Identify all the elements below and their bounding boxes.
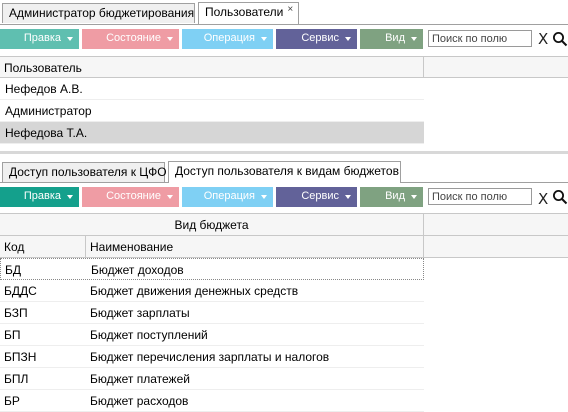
table-row[interactable]: БП Бюджет поступлений [0, 324, 424, 346]
group-header-label: Вид бюджета [174, 218, 249, 232]
budget-name: Бюджет платежей [90, 372, 190, 386]
tab-budget-administrator[interactable]: Администратор бюджетирования [2, 3, 195, 23]
service-menu-button[interactable]: Сервис [276, 29, 357, 49]
table-row[interactable]: БПЗН Бюджет перечисления зарплаты и нало… [0, 346, 424, 368]
budget-name: Бюджет расходов [90, 394, 189, 408]
table-row[interactable]: БД Бюджет доходов [0, 258, 424, 280]
column-header-user[interactable]: Пользователь [0, 57, 424, 77]
chevron-down-icon [67, 195, 73, 199]
view-menu-button[interactable]: Вид [360, 29, 423, 49]
operation-menu-button[interactable]: Операция [182, 29, 273, 49]
edit-menu-label: Правка [23, 32, 61, 44]
view-menu-label: Вид [385, 190, 405, 202]
table-row[interactable]: БЗП Бюджет зарплаты [0, 302, 424, 324]
operation-menu-label: Операция [203, 190, 255, 202]
operation-menu-label: Операция [203, 32, 255, 44]
service-menu-label: Сервис [301, 190, 339, 202]
budget-code: БПЛ [4, 372, 29, 386]
edit-menu-button[interactable]: Правка [0, 187, 79, 207]
close-icon[interactable]: × [287, 4, 293, 15]
users-grid-header: Пользователь [0, 56, 568, 78]
budget-code: БДДС [4, 284, 37, 298]
search-icon[interactable] [552, 31, 568, 47]
budget-grid-group-header: Вид бюджета [0, 213, 568, 236]
chevron-down-icon [261, 195, 267, 199]
chevron-down-icon [411, 195, 417, 199]
user-name: Администратор [5, 104, 92, 118]
state-menu-button[interactable]: Состояние [82, 187, 179, 207]
user-name: Нефедов А.В. [5, 82, 83, 96]
table-row[interactable]: БДДС Бюджет движения денежных средств [0, 280, 424, 302]
pane-splitter[interactable] [0, 151, 568, 154]
tab-user-budget-type-access[interactable]: Доступ пользователя к видам бюджетов [168, 161, 401, 183]
toolbar-top: Правка Состояние Операция Сервис Вид X [0, 27, 568, 51]
search-input[interactable] [428, 30, 532, 47]
state-menu-button[interactable]: Состояние [82, 29, 179, 49]
bottom-tab-bar: Доступ пользователя к ЦФО Доступ пользов… [0, 159, 568, 183]
tab-label: Пользователи [205, 5, 284, 19]
view-menu-label: Вид [385, 32, 405, 44]
table-row[interactable]: БПЛ Бюджет платежей [0, 368, 424, 390]
tab-label: Доступ пользователя к видам бюджетов [175, 164, 399, 178]
table-row[interactable]: БР Бюджет расходов [0, 390, 424, 412]
search-icon[interactable] [552, 189, 568, 205]
tab-label: Администратор бюджетирования [9, 6, 195, 20]
search-input[interactable] [428, 188, 532, 205]
budget-name: Бюджет доходов [91, 263, 184, 277]
clear-search-icon[interactable]: X [538, 32, 548, 47]
budget-code: БД [5, 263, 22, 277]
column-header-code[interactable]: Код [0, 236, 86, 257]
budget-grid-header: Код Наименование [0, 236, 568, 258]
toolbar-bottom: Правка Состояние Операция Сервис Вид X [0, 185, 568, 209]
chevron-down-icon [67, 37, 73, 41]
table-row[interactable]: Нефедов А.В. [0, 78, 424, 100]
view-menu-button[interactable]: Вид [360, 187, 423, 207]
chevron-down-icon [345, 37, 351, 41]
chevron-down-icon [261, 37, 267, 41]
chevron-down-icon [411, 37, 417, 41]
tab-users[interactable]: Пользователи × [198, 2, 299, 24]
table-row-selected[interactable]: Нефедова Т.А. [0, 122, 424, 144]
budget-name: Бюджет поступлений [90, 328, 208, 342]
group-header-budget-type: Вид бюджета [0, 214, 424, 235]
top-tab-bar: Администратор бюджетирования Пользовател… [0, 0, 568, 25]
chevron-down-icon [345, 195, 351, 199]
chevron-down-icon [167, 195, 173, 199]
service-menu-label: Сервис [301, 32, 339, 44]
operation-menu-button[interactable]: Операция [182, 187, 273, 207]
column-header-user-label: Пользователь [4, 61, 82, 75]
state-menu-label: Состояние [106, 190, 161, 202]
chevron-down-icon [167, 37, 173, 41]
budget-name: Бюджет движения денежных средств [90, 284, 299, 298]
column-header-code-label: Код [4, 240, 25, 254]
tab-user-cfo-access[interactable]: Доступ пользователя к ЦФО [2, 162, 167, 182]
budget-code: БР [4, 394, 20, 408]
edit-menu-button[interactable]: Правка [0, 29, 79, 49]
column-header-name[interactable]: Наименование [86, 236, 424, 257]
tab-label: Доступ пользователя к ЦФО [9, 165, 167, 179]
clear-search-icon[interactable]: X [538, 192, 548, 207]
column-header-name-label: Наименование [90, 240, 174, 254]
budget-name: Бюджет перечисления зарплаты и налогов [90, 350, 330, 364]
state-menu-label: Состояние [106, 32, 161, 44]
budget-code: БЗП [4, 306, 28, 320]
edit-menu-label: Правка [23, 190, 61, 202]
service-menu-button[interactable]: Сервис [276, 187, 357, 207]
budget-code: БПЗН [4, 350, 37, 364]
budget-name: Бюджет зарплаты [90, 306, 190, 320]
table-row[interactable]: Администратор [0, 100, 424, 122]
user-name: Нефедова Т.А. [5, 126, 88, 140]
budget-code: БП [4, 328, 21, 342]
